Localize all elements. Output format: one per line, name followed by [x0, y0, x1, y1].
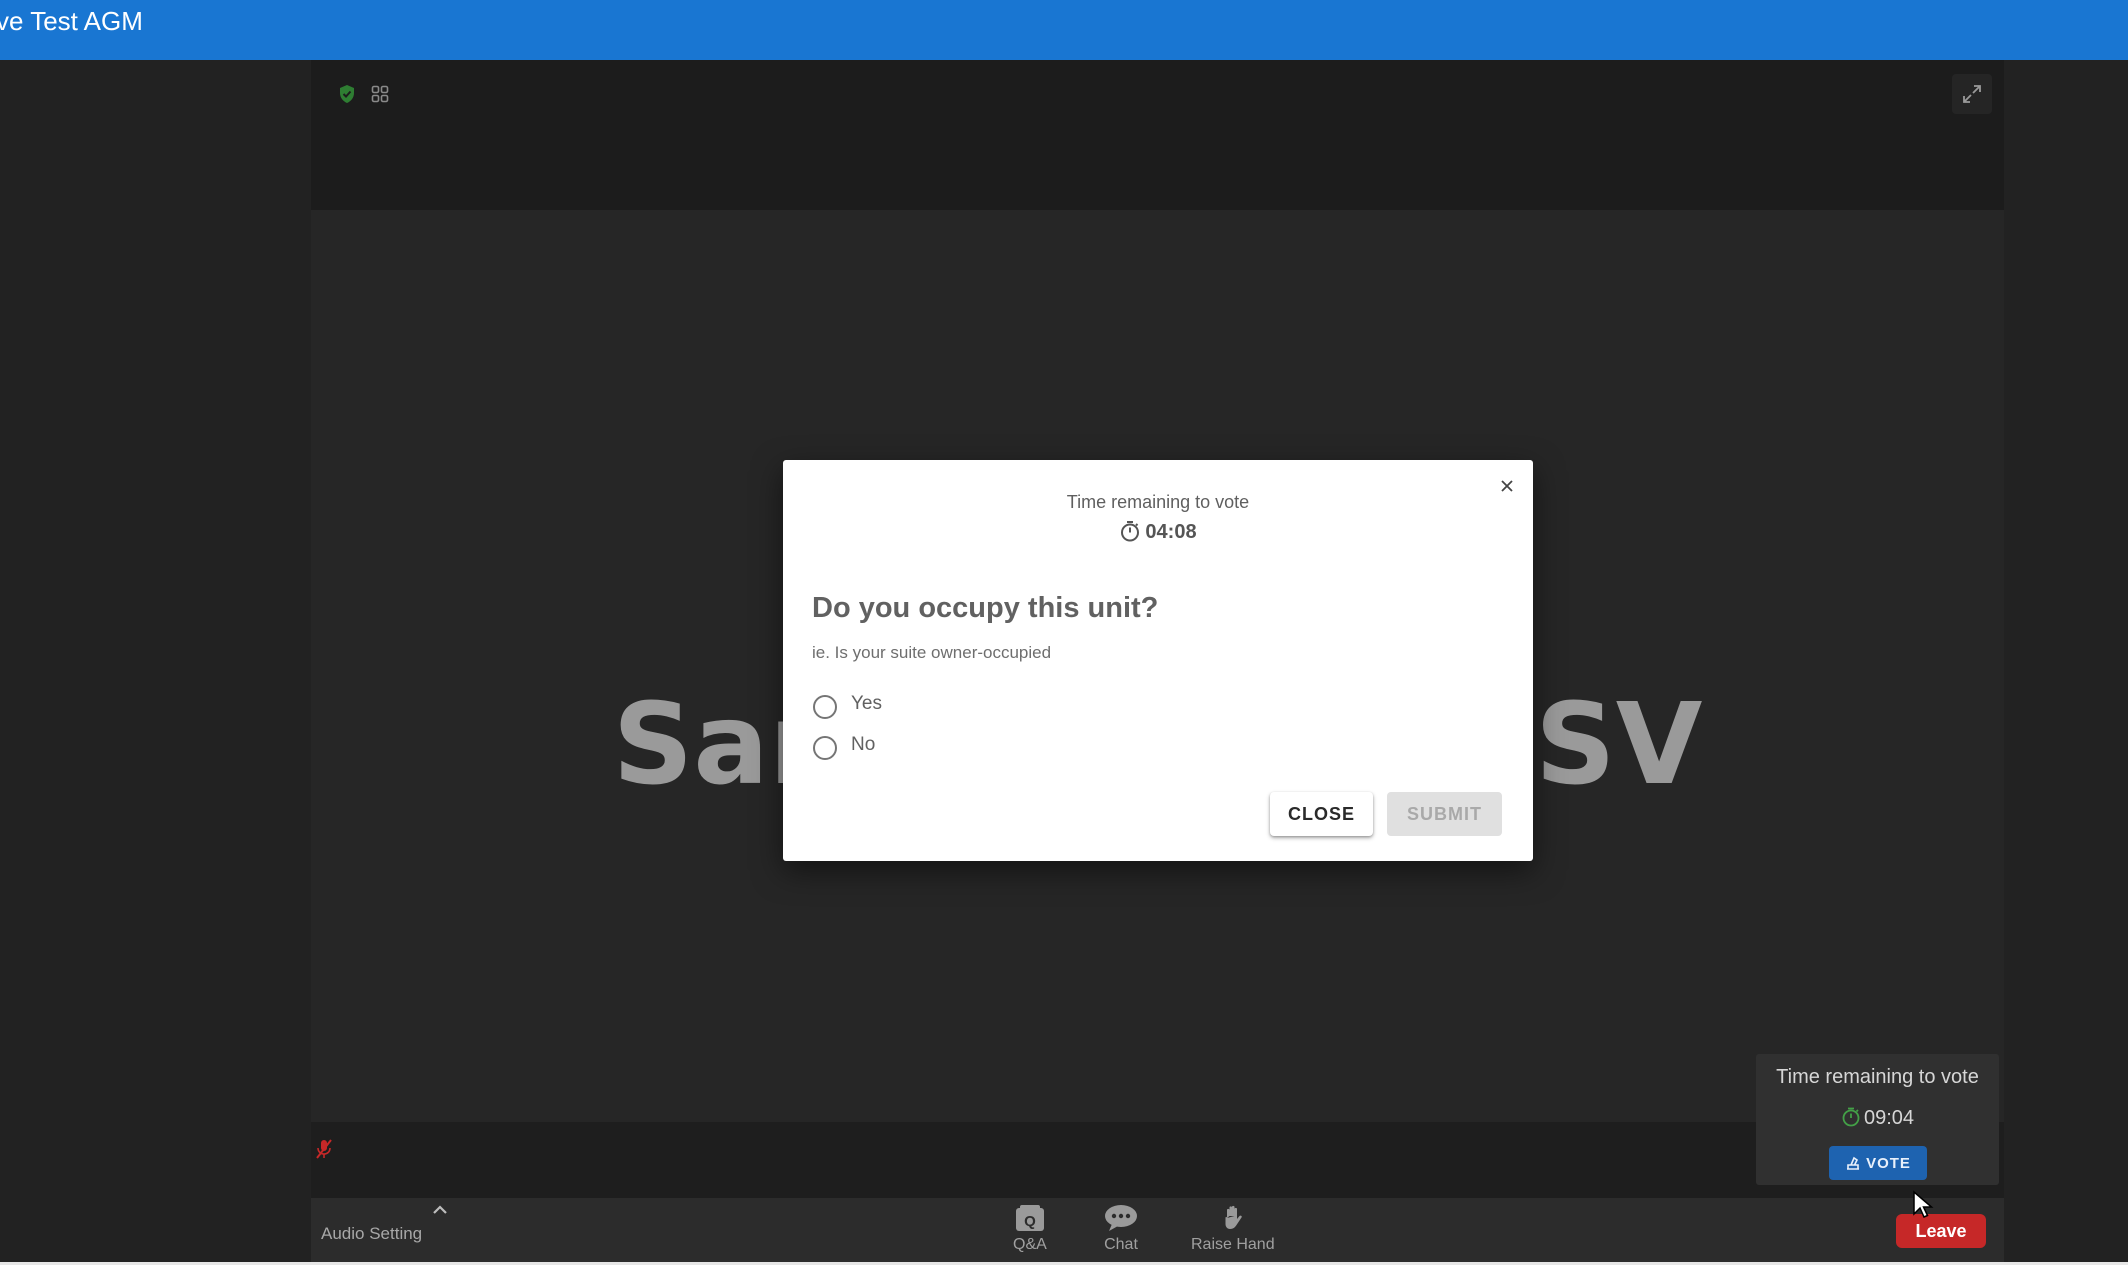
qa-label: Q&A [1013, 1236, 1047, 1253]
mouse-cursor-icon [1913, 1190, 1934, 1218]
dialog-question: Do you occupy this unit? [812, 592, 1159, 624]
qa-icon: Q [1015, 1205, 1044, 1231]
qa-icon-glyph: Q [1024, 1213, 1036, 1230]
chat-icon [1105, 1205, 1137, 1231]
left-pane [0, 60, 311, 1265]
close-icon [1501, 480, 1513, 492]
chevron-up-icon[interactable] [430, 1202, 450, 1218]
expand-icon [1963, 85, 1981, 103]
raise-hand-button[interactable]: Raise Hand [1191, 1204, 1275, 1260]
vote-button[interactable]: VOTE [1829, 1146, 1927, 1180]
shield-icon[interactable] [338, 84, 356, 104]
radio-button[interactable] [813, 736, 837, 760]
raise-hand-label: Raise Hand [1191, 1236, 1275, 1253]
dialog-timer-value: 04:08 [1145, 521, 1197, 543]
bottom-strip [311, 1162, 2004, 1198]
vote-time-label: Time remaining to vote [1776, 1066, 1979, 1088]
stopwatch-icon [1842, 1107, 1860, 1127]
audio-setting-button[interactable]: Audio Setting [321, 1224, 422, 1244]
app-title: ve Test AGM [0, 6, 143, 36]
chat-button[interactable]: Chat [1104, 1204, 1138, 1260]
dialog-hint: ie. Is your suite owner-occupied [812, 643, 1052, 662]
vote-dialog: Time remaining to vote 04:08 Do you occu… [783, 460, 1533, 861]
close-button[interactable]: CLOSE [1270, 792, 1373, 836]
dialog-timer: 04:08 [783, 520, 1533, 544]
mic-muted-icon [316, 1139, 332, 1159]
app-header: ve Test AGM [0, 0, 2128, 60]
dialog-time-label: Time remaining to vote [1066, 492, 1250, 512]
submit-button[interactable]: SUBMIT [1387, 792, 1502, 836]
stage-header [311, 60, 2004, 210]
stopwatch-icon [1121, 521, 1140, 542]
option-label: No [851, 734, 876, 755]
leave-button[interactable]: Leave [1896, 1214, 1986, 1248]
option-label: Yes [851, 693, 882, 714]
vote-timer-value: 09:04 [1863, 1107, 1915, 1129]
radio-button[interactable] [813, 695, 837, 719]
fullscreen-button[interactable] [1952, 74, 1992, 114]
gallery-view-icon[interactable] [371, 85, 389, 103]
ballot-icon [1847, 1156, 1860, 1170]
chat-label: Chat [1104, 1236, 1138, 1253]
vote-button-label: VOTE [1866, 1154, 1911, 1172]
vote-timer: 09:04 [1756, 1107, 1999, 1130]
raise-hand-icon [1225, 1205, 1242, 1229]
qa-button[interactable]: Q Q&A [1013, 1204, 1047, 1260]
meeting-footer: Audio Setting Q Q&A Chat Raise Hand Leav… [311, 1198, 2004, 1262]
vote-timer-panel: Time remaining to vote 09:04 VOTE [1756, 1054, 1999, 1185]
